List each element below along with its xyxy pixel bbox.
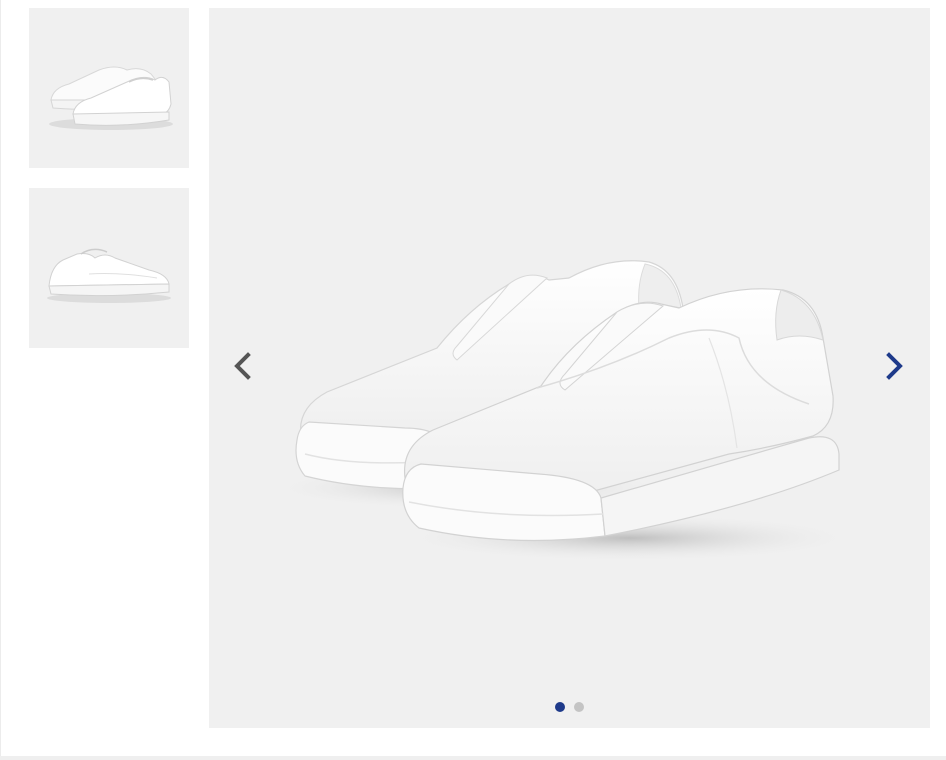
chevron-right-icon: [886, 352, 903, 380]
slide-pagination: [209, 702, 930, 714]
next-image-button[interactable]: [876, 348, 912, 384]
previous-image-button[interactable]: [225, 348, 261, 384]
sneaker-profile-thumbnail-image: [47, 248, 171, 303]
sneaker-pair-thumbnail-image: [49, 66, 173, 130]
main-image-viewer: [209, 8, 930, 728]
frame-border-left: [0, 0, 1, 760]
sneaker-pair-main-image: [269, 260, 859, 562]
thumbnail-2[interactable]: [29, 188, 189, 348]
pagination-dot-2[interactable]: [574, 702, 584, 712]
chevron-left-icon: [234, 352, 251, 380]
thumbnail-1[interactable]: [29, 8, 189, 168]
pagination-dot-1[interactable]: [555, 702, 565, 712]
frame-border-bottom: [0, 756, 946, 760]
product-gallery: [0, 0, 946, 760]
